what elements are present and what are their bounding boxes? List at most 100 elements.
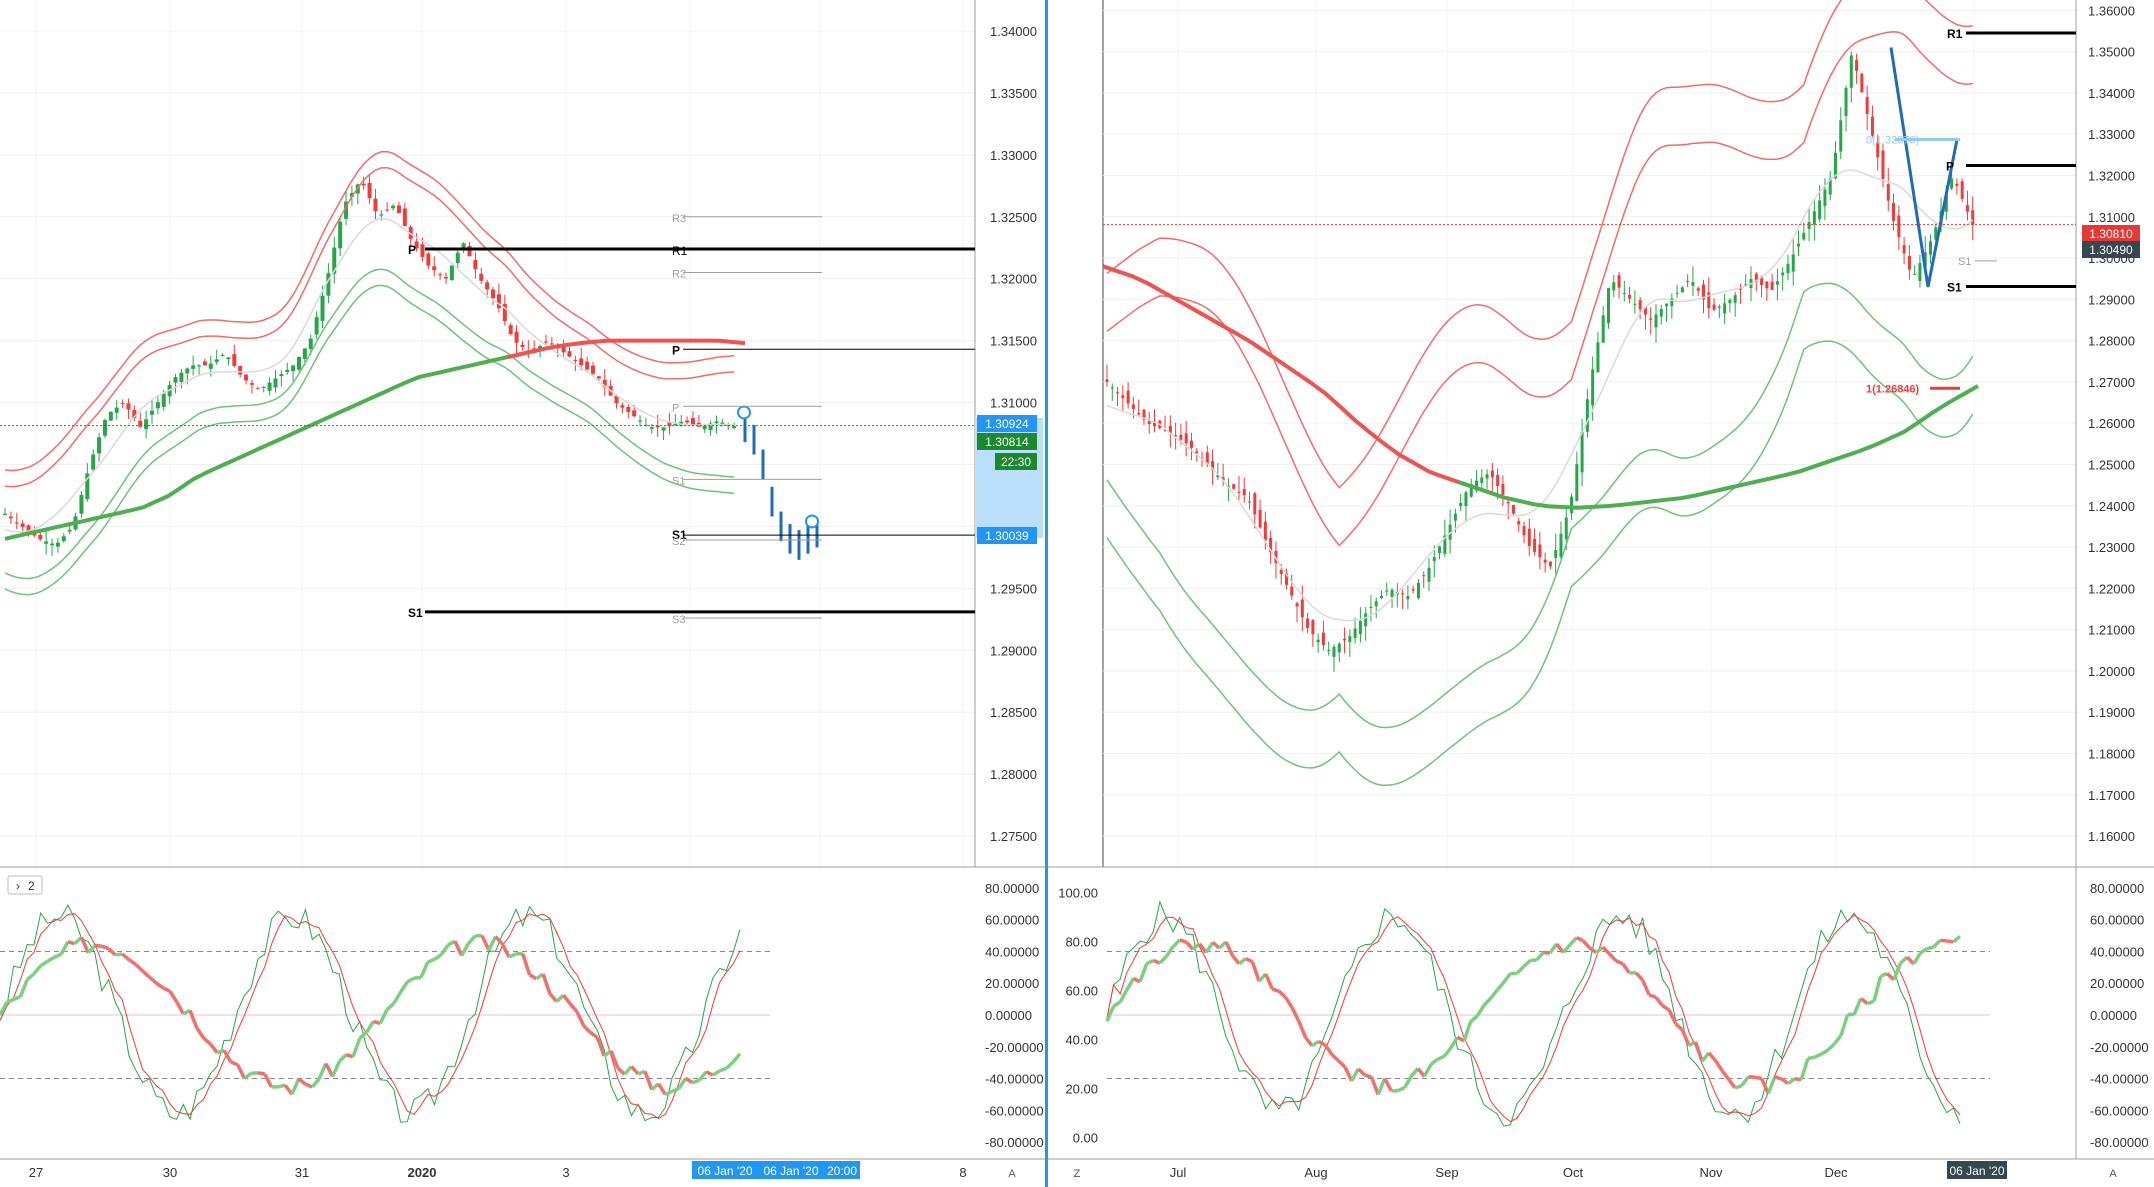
left-candle-body <box>267 382 272 391</box>
osc-label-2: 40.00000 <box>2090 944 2144 959</box>
osc-slow-segment <box>148 975 158 985</box>
right-price-axis[interactable]: 1.36000 1.35000 1.34000 1.33000 1.32000 1.310… <box>2088 3 2135 844</box>
right-candle-body <box>1585 399 1589 432</box>
right-candle-body <box>1522 526 1526 536</box>
right-candle-body <box>1633 303 1637 305</box>
right-osc-left-label-5: 0.00 <box>1073 1131 1098 1146</box>
right-candle-body <box>1385 590 1389 592</box>
pivot-minor-label-p_small: P <box>672 402 679 414</box>
right-candle-body <box>1237 491 1241 493</box>
right-oscillator <box>1105 900 1990 1127</box>
left-oscillator-axis[interactable]: 80.00000 60.00000 40.00000 20.00000 0.00000 -… <box>985 881 1044 1150</box>
osc-slow-segment <box>575 1011 586 1027</box>
left-candle-body <box>108 411 113 421</box>
osc-label-5: -20.00000 <box>985 1040 1044 1055</box>
right-candle-body <box>1295 603 1299 607</box>
right-candle-body <box>1369 606 1373 608</box>
osc-slow-segment <box>128 958 137 966</box>
left-date-label-1: 30 <box>163 1165 177 1180</box>
right-candle-body <box>1606 288 1610 324</box>
right-candle-body <box>1390 589 1394 597</box>
left-candle-body <box>479 273 484 281</box>
left-date-label-3: 2020 <box>408 1165 437 1180</box>
left-candle-body <box>514 331 519 343</box>
right-price-label-0: 1.36000 <box>2088 3 2135 18</box>
osc-slow-segment <box>1766 1076 1777 1095</box>
osc-slow-segment <box>39 959 49 968</box>
right-price-label-9: 1.27000 <box>2088 375 2135 390</box>
left-candle-body <box>567 351 572 357</box>
osc-slow-segment <box>1250 961 1261 982</box>
right-candle-body <box>1892 203 1896 221</box>
left-candle-body <box>438 274 443 276</box>
left-candle-body <box>91 454 96 470</box>
left-candle-body <box>261 386 266 388</box>
left-axis-corner[interactable]: A <box>1008 1168 1016 1180</box>
osc-slow-segment <box>1826 1042 1836 1052</box>
right-candle-body <box>1321 632 1325 646</box>
right-price-label-20: 1.16000 <box>2088 829 2135 844</box>
left-candle-body <box>626 406 631 412</box>
right-candle-body <box>1791 254 1795 272</box>
osc-slow-segment <box>1581 939 1592 950</box>
fib-bottom-label: 1(1.26846) <box>1866 383 1920 395</box>
osc-slow-segment <box>419 961 430 979</box>
left-candle-body <box>44 541 49 544</box>
osc-slow-segment <box>1727 1078 1737 1090</box>
right-price-label-14: 1.22000 <box>2088 581 2135 596</box>
left-candle-body <box>620 405 625 408</box>
left-candle-body <box>67 529 72 532</box>
right-date-axis[interactable]: Jul Aug Sep Oct Nov Dec <box>1170 1165 1848 1180</box>
right-candle-body <box>1622 293 1626 295</box>
left-candle-body <box>661 427 666 431</box>
osc-slow-segment <box>1595 945 1605 954</box>
osc-slow-segment <box>1648 993 1657 999</box>
right-candle-body <box>1422 575 1426 577</box>
left-candle-body <box>291 365 296 372</box>
right-oscillator-axis[interactable]: 80.00000 60.00000 40.00000 20.00000 0.00000 -… <box>2090 881 2149 1150</box>
right-candle-body <box>1116 392 1120 394</box>
right-candle-body <box>1855 60 1859 71</box>
osc-slow-segment <box>1442 1046 1453 1058</box>
osc-slow-segment <box>67 940 76 946</box>
right-date-label-0: Jul <box>1170 1165 1187 1180</box>
right-axis-left-corner[interactable]: Z <box>1074 1168 1081 1180</box>
right-oscillator-left-axis[interactable]: 100.00 80.00 60.00 40.00 20.00 0.00 <box>1058 885 1098 1145</box>
osc-slow-segment <box>1693 1041 1704 1062</box>
right-candle-body <box>1242 489 1246 496</box>
osc-slow-segment <box>1674 1022 1684 1032</box>
right-date-label-2: Sep <box>1435 1165 1458 1180</box>
left-price-label-2: 1.33000 <box>990 148 1037 163</box>
osc-label-6: -40.00000 <box>985 1072 1044 1087</box>
left-candle-body <box>732 426 737 429</box>
right-candle-body <box>1406 596 1410 600</box>
osc-slow-segment <box>1264 973 1274 990</box>
osc-slow-segment <box>59 941 70 956</box>
indicator-badge[interactable]: › 2 <box>7 875 43 895</box>
left-price-label-0: 1.34000 <box>990 24 1037 39</box>
left-candle-body <box>14 522 19 524</box>
left-candle-body <box>226 357 231 360</box>
left-candle-body <box>249 383 254 385</box>
right-candle-body <box>1823 189 1827 206</box>
left-price-label-5: 1.31500 <box>990 334 1037 349</box>
pivot-minor-label-r3: R3 <box>672 213 686 225</box>
right-candle-body <box>1374 601 1378 607</box>
right-price-label-3: 1.33000 <box>2088 127 2135 142</box>
left-price-label-12: 1.28000 <box>990 767 1037 782</box>
osc-label-4: 0.00000 <box>985 1008 1032 1023</box>
osc-slow-segment <box>1713 1059 1724 1072</box>
right-candle-body <box>1839 120 1843 152</box>
projection-end-marker <box>805 514 819 529</box>
osc-slow-segment <box>1231 954 1241 965</box>
osc-slow-segment <box>1568 936 1578 947</box>
right-axis-corner[interactable]: A <box>2109 1168 2117 1180</box>
right-ma-long-green <box>1458 384 1979 510</box>
left-candle-body <box>314 317 319 335</box>
osc-slow-segment <box>1820 1048 1829 1056</box>
osc-slow-segment <box>1383 1077 1393 1092</box>
osc-slow-segment <box>1912 952 1922 965</box>
osc-slow-segment <box>500 943 511 958</box>
right-candle-body <box>1353 628 1357 639</box>
osc-slow-segment <box>155 981 164 990</box>
